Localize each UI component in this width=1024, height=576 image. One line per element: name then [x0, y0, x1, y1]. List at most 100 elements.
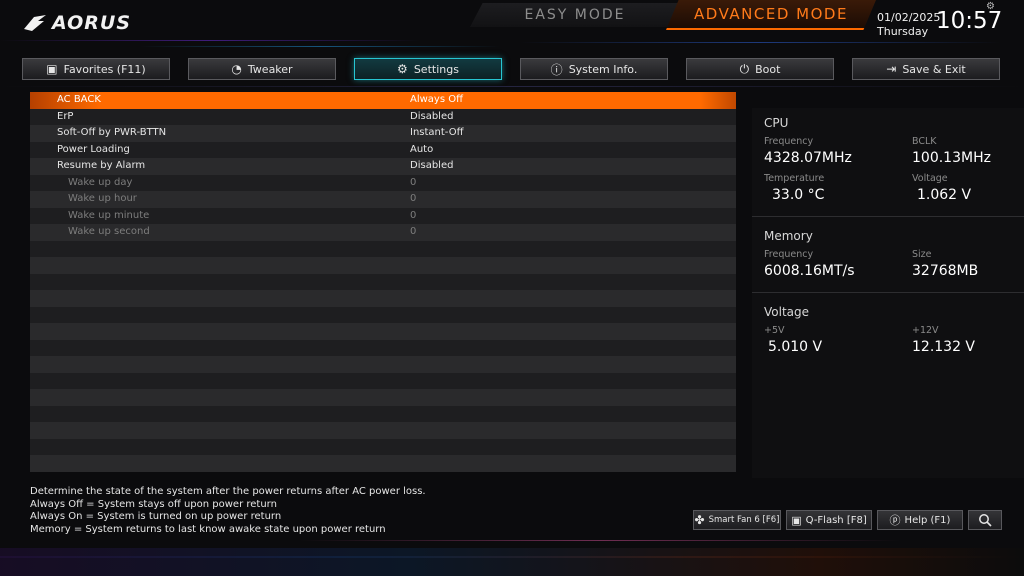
empty-row	[30, 240, 736, 257]
empty-row	[30, 455, 736, 472]
main-tabs: ▣ Favorites (F11) ◔ Tweaker ⚙ Settings ⓘ…	[22, 58, 1002, 82]
setting-row-ac-back[interactable]: AC BACK Always Off	[30, 92, 736, 109]
help-line: Memory = System returns to last know awa…	[30, 523, 386, 535]
setting-value[interactable]: Instant-Off	[410, 125, 463, 142]
bclk-label: BCLK	[912, 136, 937, 147]
empty-row	[30, 290, 736, 307]
setting-value: 0	[410, 176, 417, 188]
setting-row-wake-up-day: Wake up day 0	[30, 174, 736, 191]
setting-name: Wake up second	[68, 226, 150, 237]
empty-row	[30, 339, 736, 356]
fan-icon: ✤	[694, 513, 705, 527]
setting-row-resume-by-alarm[interactable]: Resume by Alarm Disabled	[30, 158, 736, 175]
plus5v-value: 5.010 V	[768, 339, 823, 355]
setting-value[interactable]: Disabled	[410, 109, 453, 126]
help-line: Always On = System is turned on up power…	[30, 511, 282, 522]
voltage-section-title: Voltage	[764, 305, 810, 319]
memory-size-label: Size	[912, 249, 932, 260]
memory-section-title: Memory	[764, 229, 813, 243]
setting-value[interactable]: Disabled	[410, 158, 453, 175]
empty-row	[30, 323, 736, 340]
setting-value[interactable]: Auto	[410, 142, 433, 159]
gear-icon: ⚙	[397, 62, 408, 76]
setting-row-power-loading[interactable]: Power Loading Auto	[30, 141, 736, 159]
smart-fan-button[interactable]: ✤ Smart Fan 6 [F6]	[693, 510, 781, 530]
empty-row	[30, 438, 736, 455]
tab-settings[interactable]: ⚙ Settings	[354, 58, 502, 80]
power-icon: ⏻	[739, 61, 750, 76]
search-icon	[979, 514, 992, 527]
empty-row	[30, 389, 736, 406]
empty-row	[30, 306, 736, 323]
cpu-frequency-label: Frequency	[764, 136, 814, 147]
help-label: Help (F1)	[904, 514, 951, 526]
plus12v-value: 12.132 V	[912, 339, 976, 355]
tab-label: Settings	[413, 62, 459, 76]
help-icon: ⓟ	[889, 514, 901, 527]
tab-label: Save & Exit	[902, 62, 966, 76]
setting-name: Soft-Off by PWR-BTTN	[57, 127, 167, 138]
advanced-mode-button[interactable]: ADVANCED MODE	[666, 0, 876, 30]
exit-icon: ⇥	[886, 62, 897, 76]
tab-system-info[interactable]: ⓘ System Info.	[520, 58, 668, 80]
setting-name: Resume by Alarm	[57, 160, 146, 171]
speedometer-icon: ◔	[231, 62, 242, 76]
setting-row-wake-up-minute: Wake up minute 0	[30, 207, 736, 224]
hardware-monitor-panel: CPU Frequency 4328.07MHz BCLK 100.13MHz …	[752, 108, 1024, 478]
chip-icon: ▣	[791, 513, 802, 527]
date-display: 01/02/2025 Thursday	[877, 11, 940, 39]
empty-row	[30, 356, 736, 373]
q-flash-label: Q-Flash [F8]	[805, 514, 867, 526]
bottom-decor-bar	[0, 548, 1024, 576]
search-button[interactable]	[968, 510, 1002, 530]
empty-row	[30, 372, 736, 389]
settings-gear-icon[interactable]: ⚙	[986, 1, 995, 12]
setting-value[interactable]: Always Off	[410, 92, 463, 109]
cpu-temperature-value: 33.0 °C	[772, 187, 825, 203]
help-line: Determine the state of the system after …	[30, 486, 426, 497]
memory-size-value: 32768MB	[912, 263, 979, 279]
setting-row-erp[interactable]: ErP Disabled	[30, 108, 736, 126]
panel-divider	[752, 216, 1024, 217]
memory-frequency-value: 6008.16MT/s	[764, 263, 855, 279]
cpu-section-title: CPU	[764, 116, 789, 130]
tab-save-exit[interactable]: ⇥ Save & Exit	[852, 58, 1000, 80]
info-icon: ⓘ	[550, 62, 563, 77]
logo-text: AORUS	[52, 12, 132, 34]
help-button[interactable]: ⓟ Help (F1)	[877, 510, 963, 530]
aorus-logo: AORUS	[24, 10, 131, 36]
cpu-frequency-value: 4328.07MHz	[764, 150, 852, 166]
tab-label: System Info.	[568, 62, 638, 76]
setting-name: Wake up day	[68, 176, 133, 188]
easy-mode-button[interactable]: EASY MODE	[470, 3, 680, 27]
day-text: Thursday	[877, 25, 929, 38]
empty-row	[30, 273, 736, 290]
tab-favorites[interactable]: ▣ Favorites (F11)	[22, 58, 170, 80]
setting-name: Wake up hour	[68, 193, 137, 204]
star-icon: ▣	[46, 62, 58, 76]
empty-row	[30, 422, 736, 439]
empty-row	[30, 405, 736, 422]
setting-value: 0	[410, 193, 417, 204]
tab-tweaker[interactable]: ◔ Tweaker	[188, 58, 336, 80]
memory-frequency-label: Frequency	[764, 249, 814, 260]
settings-list: AC BACK Always Off ErP Disabled Soft-Off…	[30, 92, 736, 472]
tab-label: Favorites (F11)	[63, 62, 146, 76]
cpu-voltage-label: Voltage	[912, 173, 948, 184]
falcon-icon	[24, 15, 46, 31]
setting-name: ErP	[57, 110, 74, 122]
setting-row-soft-off[interactable]: Soft-Off by PWR-BTTN Instant-Off	[30, 125, 736, 142]
cpu-voltage-value: 1.062 V	[917, 187, 972, 203]
setting-value: 0	[410, 226, 417, 237]
empty-row	[30, 257, 736, 274]
q-flash-button[interactable]: ▣ Q-Flash [F8]	[786, 510, 872, 530]
setting-row-wake-up-second: Wake up second 0	[30, 224, 736, 241]
setting-name: AC BACK	[57, 94, 101, 105]
tab-label: Tweaker	[247, 62, 293, 76]
bclk-value: 100.13MHz	[912, 150, 991, 166]
tab-boot[interactable]: ⏻ Boot	[686, 58, 834, 80]
setting-value: 0	[410, 209, 417, 221]
tab-label: Boot	[755, 62, 781, 76]
panel-divider	[752, 292, 1024, 293]
plus12v-label: +12V	[912, 325, 939, 336]
